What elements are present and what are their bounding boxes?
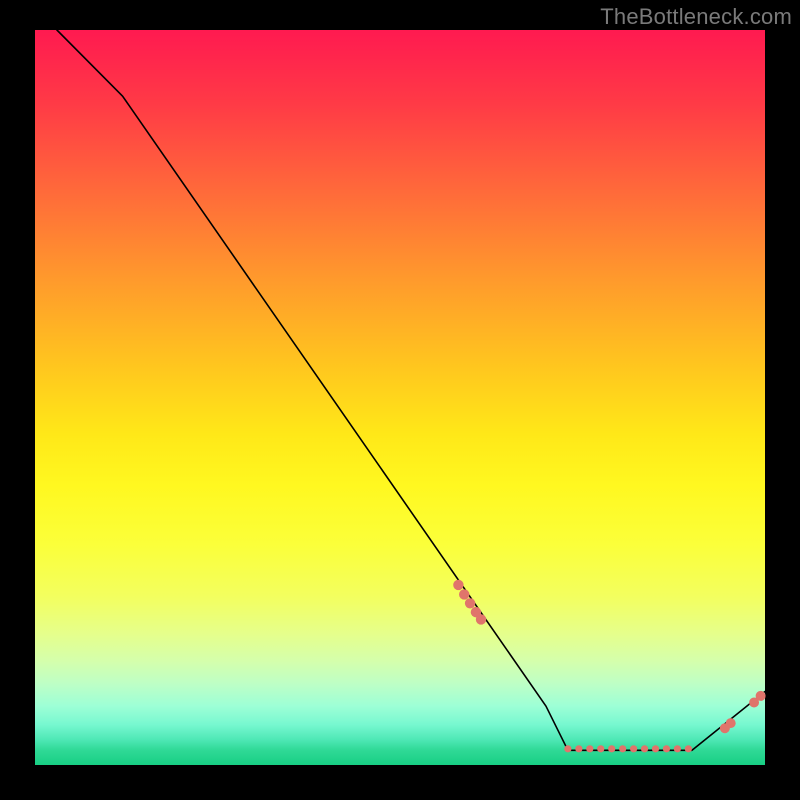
data-marker	[459, 589, 469, 599]
data-marker	[663, 745, 670, 752]
data-marker	[465, 598, 475, 608]
data-marker	[476, 614, 486, 624]
data-marker	[756, 691, 766, 701]
data-marker	[453, 580, 463, 590]
marker-layer	[453, 580, 765, 753]
data-marker	[652, 745, 659, 752]
data-marker	[674, 745, 681, 752]
data-marker	[685, 745, 692, 752]
data-marker	[726, 718, 736, 728]
data-marker	[619, 745, 626, 752]
data-marker	[630, 745, 637, 752]
data-marker	[597, 745, 604, 752]
line-layer	[57, 30, 765, 750]
chart-svg	[35, 30, 765, 765]
data-marker	[608, 745, 615, 752]
chart-container: TheBottleneck.com	[0, 0, 800, 800]
watermark-text: TheBottleneck.com	[600, 4, 792, 30]
plot-area	[35, 30, 765, 765]
data-marker	[575, 745, 582, 752]
series-line	[57, 30, 765, 750]
data-marker	[641, 745, 648, 752]
data-marker	[586, 745, 593, 752]
data-marker	[564, 745, 571, 752]
